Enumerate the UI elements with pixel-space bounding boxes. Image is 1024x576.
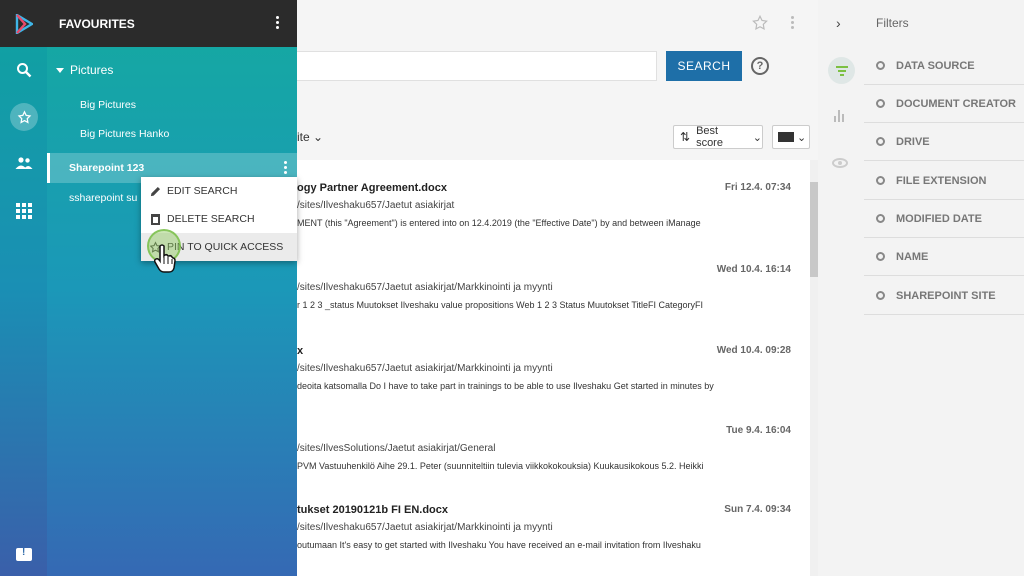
favourites-panel: FAVOURITES Pictures Big Pictures Big Pic… [47, 0, 297, 576]
filter-label: FILE EXTENSION [896, 174, 987, 187]
filter-name[interactable]: NAME [864, 238, 1024, 276]
edit-search-menu-item[interactable]: EDIT SEARCH [141, 177, 297, 205]
result-item[interactable]: tukset 20190121b FI EN.docx Sun 7.4. 09:… [297, 504, 797, 576]
result-snippet: r 1 2 3 _status Muutokset Ilveshaku valu… [297, 300, 704, 310]
nav-rail [0, 0, 47, 576]
result-path: /sites/IlvesSolutions/Jaetut asiakirjat/… [297, 443, 496, 454]
search-button[interactable]: SEARCH [666, 51, 742, 81]
menu-item-label: PIN TO QUICK ACCESS [167, 241, 284, 253]
result-item[interactable]: x Wed 10.4. 09:28 /sites/Ilveshaku657/Ja… [297, 345, 797, 425]
star-icon[interactable] [10, 103, 38, 131]
app-logo-icon[interactable] [0, 0, 47, 47]
favourites-group-pictures[interactable]: Pictures [56, 63, 113, 77]
search-icon[interactable] [11, 57, 37, 83]
scrollbar-thumb[interactable] [810, 182, 818, 277]
filters-title: Filters [876, 16, 909, 30]
sort-value: Best score [696, 125, 723, 149]
filter-label: NAME [896, 250, 929, 263]
result-item[interactable]: Tue 9.4. 16:04 /sites/IlvesSolutions/Jae… [297, 425, 797, 505]
bar-chart-icon[interactable] [834, 110, 846, 122]
favourite-star-icon[interactable] [751, 14, 769, 32]
people-icon[interactable] [11, 150, 37, 176]
chevron-down-icon: ⌄ [797, 131, 807, 144]
menu-item-label: EDIT SEARCH [167, 185, 238, 197]
filter-label: DATA SOURCE [896, 59, 975, 72]
chevron-down-icon: ⌄ [752, 131, 762, 144]
apps-grid-icon[interactable] [11, 198, 37, 224]
favourites-title: FAVOURITES [59, 16, 135, 31]
result-path: /sites/Ilveshaku657/Jaetut asiakirjat/Ma… [297, 363, 553, 374]
result-title[interactable]: x [297, 345, 303, 357]
radio-icon [876, 137, 885, 146]
results-scrollbar[interactable] [810, 160, 818, 576]
more-options-icon[interactable] [284, 161, 288, 174]
filter-icon[interactable] [828, 57, 855, 84]
result-path: /sites/Ilveshaku657/Jaetut asiakirjat [297, 200, 455, 211]
filter-file-extension[interactable]: FILE EXTENSION [864, 162, 1024, 200]
chevron-right-icon[interactable]: › [836, 15, 841, 31]
source-selector-label: ite [297, 130, 310, 144]
filter-data-source[interactable]: DATA SOURCE [864, 47, 1024, 85]
caret-down-icon [56, 67, 64, 73]
result-item[interactable]: ogy Partner Agreement.docx Fri 12.4. 07:… [297, 182, 797, 262]
result-snippet: MENT (this "Agreement") is entered into … [297, 218, 701, 228]
filter-modified-date[interactable]: MODIFIED DATE [864, 200, 1024, 238]
filter-drive[interactable]: DRIVE [864, 123, 1024, 161]
result-date: Wed 10.4. 16:14 [716, 264, 791, 275]
favourite-label: Sharepoint 123 [69, 162, 145, 174]
result-path: /sites/Ilveshaku657/Jaetut asiakirjat/Ma… [297, 522, 553, 533]
trash-icon [149, 213, 162, 226]
result-date: Tue 9.4. 16:04 [726, 425, 791, 436]
search-input[interactable] [297, 51, 657, 81]
filter-document-creator[interactable]: DOCUMENT CREATOR [864, 85, 1024, 123]
main-content: SEARCH ? ite ⌄ ⇅ Best score ⌄ ⌄ ogy Part… [297, 0, 818, 576]
results-list: ogy Partner Agreement.docx Fri 12.4. 07:… [297, 160, 810, 576]
radio-icon [876, 214, 885, 223]
view-mode-select[interactable]: ⌄ [772, 125, 810, 149]
source-selector[interactable]: ite ⌄ [297, 130, 323, 144]
result-date: Fri 12.4. 07:34 [724, 182, 791, 193]
result-path: /sites/Ilveshaku657/Jaetut asiakirjat/Ma… [297, 282, 553, 293]
result-date: Sun 7.4. 09:34 [724, 504, 791, 515]
filter-sharepoint-site[interactable]: SHAREPOINT SITE [864, 277, 1024, 315]
radio-icon [876, 99, 885, 108]
result-title[interactable]: ogy Partner Agreement.docx [297, 182, 447, 194]
feedback-icon[interactable] [16, 547, 32, 561]
filter-label: DOCUMENT CREATOR [896, 97, 1016, 110]
result-date: Wed 10.4. 09:28 [716, 345, 791, 356]
hand-cursor-icon [154, 244, 176, 273]
filter-label: MODIFIED DATE [896, 212, 982, 225]
top-bar [297, 0, 818, 47]
eye-icon[interactable] [832, 158, 848, 168]
help-icon[interactable]: ? [751, 57, 769, 75]
filter-label: DRIVE [896, 135, 930, 148]
favourite-item[interactable]: Big Pictures [80, 99, 136, 111]
more-options-icon[interactable] [276, 16, 280, 29]
filters-panel: Filters DATA SOURCE DOCUMENT CREATOR DRI… [864, 0, 1024, 576]
more-options-icon[interactable] [791, 16, 795, 32]
radio-icon [876, 61, 885, 70]
filter-label: SHAREPOINT SITE [896, 289, 996, 302]
result-item[interactable]: Wed 10.4. 16:14 /sites/Ilveshaku657/Jaet… [297, 264, 797, 344]
result-snippet: outumaan It's easy to get started with I… [297, 540, 701, 550]
favourite-item[interactable]: Big Pictures Hanko [80, 128, 169, 140]
radio-icon [876, 176, 885, 185]
result-title[interactable]: tukset 20190121b FI EN.docx [297, 504, 448, 516]
list-view-icon [778, 132, 794, 142]
result-snippet: PVM Vastuuhenkilö Aihe 29.1. Peter (suun… [297, 461, 704, 471]
radio-icon [876, 252, 885, 261]
right-rail: › [818, 0, 864, 576]
group-label: Pictures [70, 63, 114, 77]
sort-icon: ⇅ [680, 130, 691, 144]
radio-icon [876, 291, 885, 300]
result-snippet: deoita katsomalla Do I have to take part… [297, 381, 714, 391]
pencil-icon [149, 185, 162, 198]
chevron-down-icon: ⌄ [313, 130, 324, 144]
menu-item-label: DELETE SEARCH [167, 213, 255, 225]
sort-select[interactable]: ⇅ Best score ⌄ [673, 125, 763, 149]
favourites-header: FAVOURITES [47, 0, 297, 47]
